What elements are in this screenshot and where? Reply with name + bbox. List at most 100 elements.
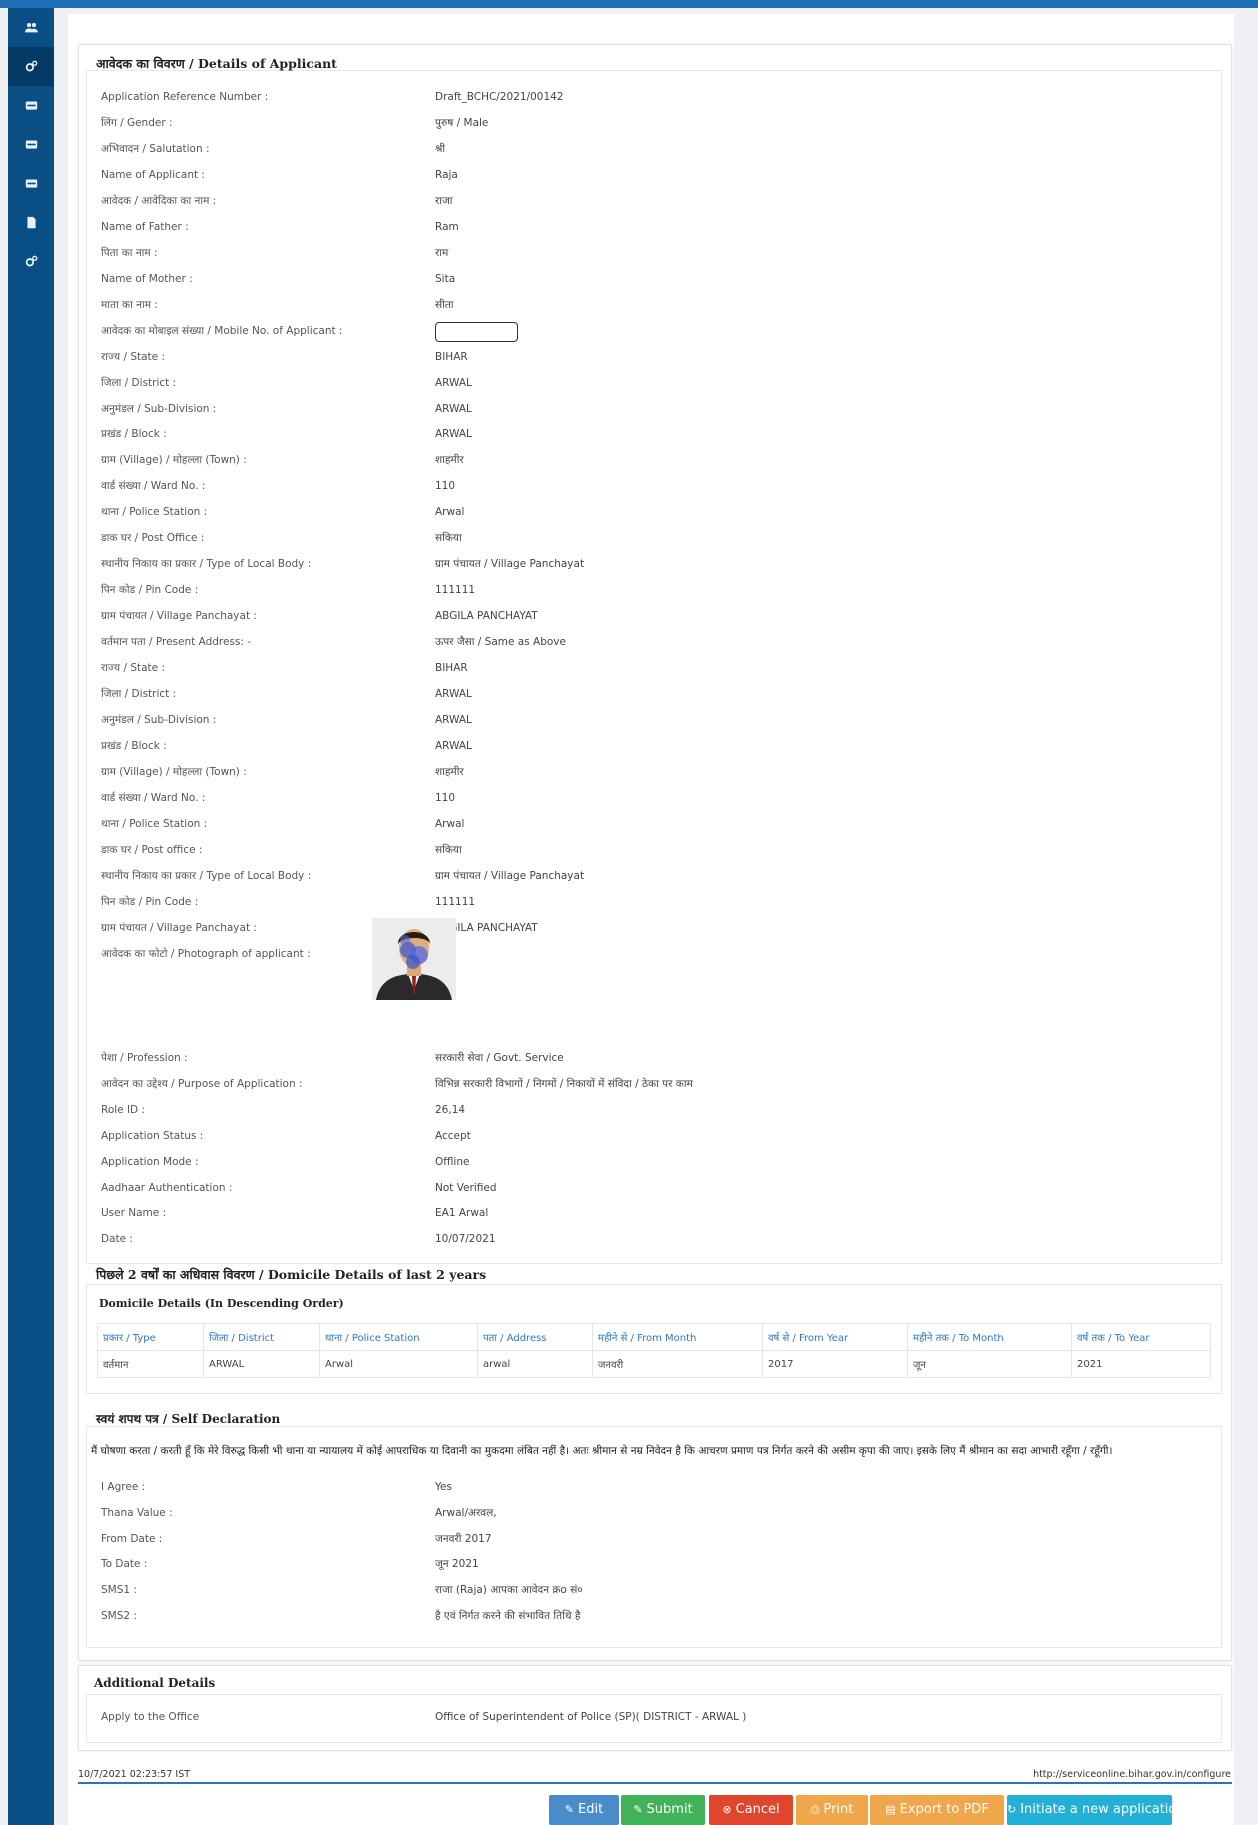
declaration-section-title: स्वयं शपथ पत्र / Self Declaration [96, 1412, 281, 1426]
sidebar-item-card-2[interactable] [8, 125, 54, 164]
field-row: User Name : EA1 Arwal [101, 1204, 1221, 1222]
initiate-application-button[interactable]: ↻ Initiate a new application [1007, 1795, 1185, 1825]
field-row: SMS2 : है एवं निर्गत करने की संभावित तिथि… [101, 1607, 1221, 1625]
col-type: प्रकार / Type [97, 1323, 204, 1351]
field-row: स्थानीय निकाय का प्रकार / Type of Local … [101, 555, 1221, 573]
field-value: 110 [435, 791, 456, 804]
field-label: पिन कोड / Pin Code : [101, 895, 199, 908]
field-row: वर्तमान पता / Present Address: - ऊपर जैसा… [101, 633, 1221, 651]
field-row: From Date : जनवरी 2017 [101, 1530, 1221, 1548]
field-value: ARWAL [435, 740, 472, 752]
field-row: आवेदक / आवेदिका का नाम : राजा [101, 192, 1221, 210]
field-value: ऊपर जैसा / Same as Above [435, 636, 566, 649]
table-row: वर्तमान ARWAL Arwal arwal जनवरी 2017 जून… [97, 1350, 1211, 1378]
field-value: ARWAL [435, 376, 472, 389]
field-label: प्रखंड / Block : [101, 428, 167, 441]
sidebar [8, 8, 54, 1825]
field-row: Application Status : Accept [101, 1127, 1221, 1145]
field-value: ARWAL [435, 714, 472, 727]
sidebar-item-card-1[interactable] [8, 86, 54, 125]
edit-icon: ✎ [564, 1803, 575, 1816]
initiate-label: Initiate a new application [1020, 1802, 1185, 1817]
field-row: ग्राम (Village) / मोहल्ला (Town) : शाहमीर [101, 451, 1221, 469]
card-icon [25, 179, 37, 188]
field-value: श्री [435, 142, 446, 155]
field-row: वार्ड संख्या / Ward No. : 110 [101, 477, 1221, 495]
field-row: प्रखंड / Block : ARWAL [101, 737, 1221, 755]
edit-label: Edit [578, 1802, 604, 1817]
export-pdf-button[interactable]: ▤ Export to PDF [870, 1795, 1004, 1825]
field-value: Office of Superintendent of Police (SP)(… [435, 1711, 747, 1723]
col-district: जिला / District [203, 1323, 320, 1351]
field-label: Date : [101, 1233, 133, 1246]
footer-url[interactable]: http://serviceonline.bihar.gov.in/config… [1033, 1769, 1231, 1780]
field-label: आवेदक का फोटो / Photograph of applicant … [101, 947, 311, 960]
cell-to-year: 2021 [1071, 1350, 1211, 1378]
sidebar-item-card-3[interactable] [8, 164, 54, 203]
field-value: ग्राम पंचायत / Village Panchayat [435, 558, 585, 571]
field-value: 111111 [435, 895, 476, 908]
field-label: Aadhaar Authentication : [101, 1181, 233, 1194]
field-value: Sita [435, 272, 456, 285]
print-icon: ⎙ [810, 1803, 820, 1816]
submit-button[interactable]: ✎ Submit [621, 1795, 705, 1825]
field-value: 110 [435, 480, 456, 493]
field-label: अभिवादन / Salutation : [101, 142, 210, 155]
field-value: सीता [435, 298, 454, 311]
sidebar-item-settings[interactable] [8, 47, 54, 86]
cancel-icon: ⊗ [722, 1803, 732, 1816]
field-label: लिंग / Gender : [101, 116, 173, 129]
cell-district: ARWAL [203, 1350, 320, 1378]
field-value: Not Verified [435, 1181, 497, 1194]
field-label: पेशा / Profession : [101, 1052, 188, 1064]
field-row: जिला / District : ARWAL [101, 374, 1221, 392]
print-button[interactable]: ⎙ Print [796, 1795, 868, 1825]
field-label: ग्राम (Village) / मोहल्ला (Town) : [101, 454, 247, 467]
field-label: स्थानीय निकाय का प्रकार / Type of Local … [101, 558, 312, 571]
field-label: Name of Mother : [101, 272, 193, 285]
domicile-subtitle: Domicile Details (In Descending Order) [99, 1297, 344, 1310]
field-row: पिन कोड / Pin Code : 111111 [101, 893, 1221, 911]
field-row: अनुमंडल / Sub-Division : ARWAL [101, 711, 1221, 729]
field-value: राजा [435, 194, 453, 207]
field-label: वर्तमान पता / Present Address: - [101, 636, 252, 649]
field-label: SMS1 : [101, 1584, 137, 1597]
field-value: 111111 [435, 584, 476, 597]
field-label: आवेदक / आवेदिका का नाम : [101, 194, 217, 207]
field-row: लिंग / Gender : पुरुष / Male [101, 114, 1221, 132]
field-label: पिन कोड / Pin Code : [101, 584, 199, 597]
field-row: राज्य / State : BIHAR [101, 348, 1221, 366]
applicant-photo [372, 918, 456, 1000]
field-value [435, 321, 518, 342]
field-value: है एवं निर्गत करने की संभावित तिथि है [435, 1610, 581, 1622]
field-value: ARWAL [435, 428, 472, 441]
field-row: Name of Applicant : Raja [101, 166, 1221, 184]
users-icon [24, 23, 38, 33]
field-row: Date : 10/07/2021 [101, 1230, 1221, 1248]
field-row: प्रखंड / Block : ARWAL [101, 425, 1221, 443]
cell-from-month: जनवरी [592, 1350, 763, 1378]
field-value: पुरुष / Male [435, 116, 489, 129]
cell-address: arwal [477, 1350, 593, 1378]
field-row: माता का नाम : सीता [101, 296, 1221, 314]
sidebar-item-file[interactable] [8, 203, 54, 242]
cogs-icon [25, 60, 37, 72]
sidebar-item-users[interactable] [8, 8, 54, 47]
edit-button[interactable]: ✎ Edit [549, 1795, 619, 1825]
field-row: Name of Father : Ram [101, 218, 1221, 236]
field-label: माता का नाम : [101, 298, 158, 311]
field-value: शाहमीर [435, 765, 464, 778]
field-label: Application Status : [101, 1129, 204, 1142]
field-label: जिला / District : [101, 688, 177, 701]
field-value: जनवरी 2017 [435, 1532, 492, 1545]
field-row: ग्राम पंचायत / Village Panchayat : ABGILA… [101, 919, 1221, 937]
field-label: Thana Value : [101, 1506, 173, 1519]
submit-icon: ✎ [633, 1803, 643, 1816]
card-icon [25, 140, 37, 149]
field-label: SMS2 : [101, 1610, 137, 1622]
sidebar-item-settings-2[interactable] [8, 242, 54, 281]
cancel-button[interactable]: ⊗ Cancel [709, 1795, 793, 1825]
field-row: आवेदक का फोटो / Photograph of applicant … [101, 945, 1221, 963]
field-label: Name of Applicant : [101, 168, 205, 181]
print-label: Print [823, 1802, 854, 1817]
